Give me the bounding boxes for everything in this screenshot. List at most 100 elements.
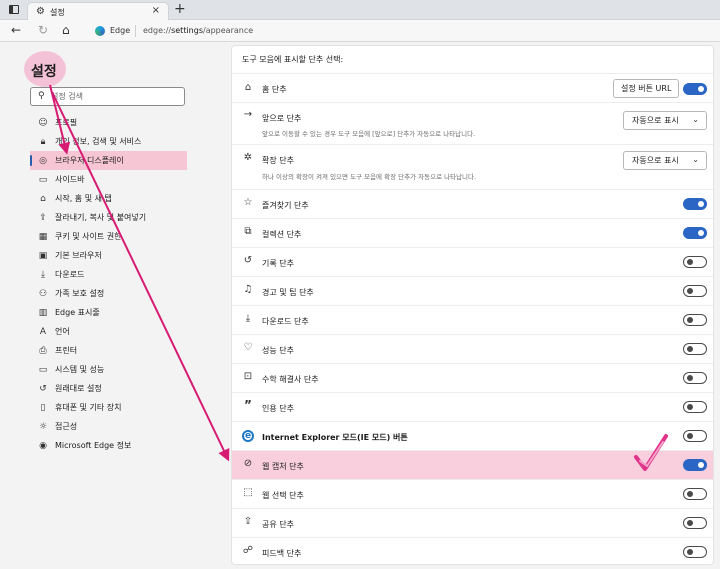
sidebar-item-system[interactable]: ▭ 시스템 및 성능 bbox=[30, 360, 187, 379]
lock-icon: 🔒︎ bbox=[40, 136, 46, 147]
row-alerts-button: ♫ 경고 및 팁 단추 bbox=[232, 276, 713, 305]
sidebar-item-printers[interactable]: ⎙ 프린터 bbox=[30, 341, 187, 360]
search-icon: ⚲ bbox=[38, 91, 45, 101]
address-bar[interactable]: Edge edge://settings/appearance bbox=[87, 22, 720, 40]
family-icon: ⚇ bbox=[38, 288, 48, 299]
sidebar-item-phone[interactable]: ▯ 휴대폰 및 기타 장치 bbox=[30, 398, 187, 417]
download-icon: ⤓ bbox=[245, 313, 251, 324]
sidebar-icon: ▭ bbox=[38, 174, 48, 185]
sidebar-item-start-home[interactable]: ⌂ 시작, 홈 및 새 탭 bbox=[30, 189, 187, 208]
divider bbox=[135, 25, 136, 37]
language-icon: A bbox=[39, 326, 47, 337]
sidebar-item-profile[interactable]: ☺ 프로필 bbox=[30, 113, 187, 132]
section-header: 도구 모음에 표시할 단추 선택: bbox=[242, 55, 344, 64]
sidebar-item-sidebar[interactable]: ▭ 사이드바 bbox=[30, 170, 187, 189]
palette-icon: ◎ bbox=[39, 155, 47, 166]
row-citations-button: ” 인용 단추 bbox=[232, 392, 713, 421]
web-capture-button-toggle[interactable] bbox=[683, 459, 707, 471]
row-collections-button: ⧉ 컬렉션 단추 bbox=[232, 218, 713, 247]
home-icon: ⌂ bbox=[40, 193, 46, 204]
sidebar-item-languages[interactable]: A 언어 bbox=[30, 322, 187, 341]
feedback-icon: ☍ bbox=[242, 545, 254, 556]
collections-icon: ⧉ bbox=[244, 226, 252, 237]
row-web-capture-button: ⊘ 웹 캡처 단추 bbox=[232, 450, 713, 479]
chevron-down-icon: ⌄ bbox=[692, 115, 699, 124]
sidebar-item-privacy[interactable]: 🔒︎ 개인 정보, 검색 및 서비스 bbox=[30, 132, 187, 151]
web-select-icon: ⬚ bbox=[243, 487, 253, 498]
forward-arrow-icon: → bbox=[243, 109, 253, 120]
ie-mode-button-toggle[interactable] bbox=[683, 430, 707, 442]
favorites-button-toggle[interactable] bbox=[683, 198, 707, 210]
collections-button-toggle[interactable] bbox=[683, 227, 707, 239]
sidebar-item-copy-paste[interactable]: ⇪ 잘라내기, 복사 및 붙여넣기 bbox=[30, 208, 187, 227]
gear-icon: ⚙ bbox=[36, 6, 45, 17]
share-button-toggle[interactable] bbox=[683, 517, 707, 529]
sidebar-item-about[interactable]: ◉ Microsoft Edge 정보 bbox=[30, 436, 187, 455]
performance-button-toggle[interactable] bbox=[683, 343, 707, 355]
search-input[interactable] bbox=[51, 90, 181, 103]
row-forward-button: → 앞으로 단추 앞으로 이동할 수 있는 경우 도구 모음에 [앞으로] 단추… bbox=[232, 102, 713, 144]
row-ie-mode-button: e Internet Explorer 모드(IE 모드) 버튼 bbox=[232, 421, 713, 450]
extensions-button-select[interactable]: 자동으로 표시 ⌄ bbox=[623, 151, 707, 170]
tab-title: 설정 bbox=[50, 8, 65, 17]
share-icon: ⇪ bbox=[243, 516, 253, 527]
tab-settings[interactable]: ⚙ 설정 × bbox=[27, 2, 169, 20]
address-toolbar: ← ↻ ⌂ Edge edge://settings/appearance bbox=[0, 20, 720, 42]
sidebar-item-edge-bar[interactable]: ▥ Edge 표시줄 bbox=[30, 303, 187, 322]
row-extensions-button: ✲ 확장 단추 하나 이상의 확장이 켜져 있으면 도구 모음에 확장 단추가 … bbox=[232, 144, 713, 189]
web-select-button-toggle[interactable] bbox=[683, 488, 707, 500]
sidebar-item-appearance[interactable]: ◎ 브라우저 디스플레이 bbox=[30, 151, 187, 170]
sidebar-item-downloads[interactable]: ⤓ 다운로드 bbox=[30, 265, 187, 284]
browser-icon: ▣ bbox=[38, 250, 48, 261]
sidebar-item-family[interactable]: ⚇ 가족 보호 설정 bbox=[30, 284, 187, 303]
history-button-toggle[interactable] bbox=[683, 256, 707, 268]
reset-icon: ↺ bbox=[39, 383, 47, 394]
row-home-button: ⌂ 홈 단추 설정 버튼 URL bbox=[232, 73, 713, 102]
forward-button-select[interactable]: 자동으로 표시 ⌄ bbox=[623, 111, 707, 130]
alerts-button-toggle[interactable] bbox=[683, 285, 707, 297]
row-web-select-button: ⬚ 웹 선택 단추 bbox=[232, 479, 713, 508]
url-text[interactable]: edge://settings/appearance bbox=[143, 26, 253, 35]
row-favorites-button: ☆ 즐겨찾기 단추 bbox=[232, 189, 713, 218]
math-solver-button-toggle[interactable] bbox=[683, 372, 707, 384]
search-box[interactable]: ⚲ bbox=[30, 87, 185, 106]
toolbar-buttons-card: 도구 모음에 표시할 단추 선택: ⌂ 홈 단추 설정 버튼 URL → 앞으로… bbox=[231, 45, 714, 565]
extension-icon: ✲ bbox=[243, 152, 253, 163]
heartbeat-icon: ♡ bbox=[243, 342, 253, 353]
citations-button-toggle[interactable] bbox=[683, 401, 707, 413]
home-button-toggle[interactable] bbox=[683, 83, 707, 95]
download-icon: ⤓ bbox=[41, 269, 45, 280]
downloads-button-toggle[interactable] bbox=[683, 314, 707, 326]
refresh-icon[interactable]: ↻ bbox=[38, 23, 48, 37]
feedback-button-toggle[interactable] bbox=[683, 546, 707, 558]
system-icon: ▭ bbox=[38, 364, 48, 375]
sidebar-item-accessibility[interactable]: ☼ 접근성 bbox=[30, 417, 187, 436]
set-button-url-button[interactable]: 설정 버튼 URL bbox=[613, 79, 680, 98]
back-arrow-icon[interactable]: ← bbox=[11, 23, 21, 37]
sidebar-item-reset[interactable]: ↺ 원래대로 설정 bbox=[30, 379, 187, 398]
web-capture-icon: ⊘ bbox=[243, 458, 253, 469]
sidebar-item-cookies[interactable]: ▦ 쿠키 및 사이트 권한 bbox=[30, 227, 187, 246]
window-menu-icon[interactable] bbox=[9, 5, 19, 14]
edge-bar-icon: ▥ bbox=[38, 307, 48, 318]
history-icon: ↺ bbox=[243, 255, 253, 266]
row-history-button: ↺ 기록 단추 bbox=[232, 247, 713, 276]
star-icon: ☆ bbox=[243, 197, 253, 208]
quote-icon: ” bbox=[244, 398, 252, 412]
row-math-solver-button: ⊡ 수학 해결사 단추 bbox=[232, 363, 713, 392]
row-downloads-button: ⤓ 다운로드 단추 bbox=[232, 305, 713, 334]
edge-label: Edge bbox=[110, 26, 131, 35]
accessibility-icon: ☼ bbox=[38, 421, 48, 432]
chevron-down-icon: ⌄ bbox=[692, 155, 699, 164]
home-icon[interactable]: ⌂ bbox=[62, 23, 70, 37]
sidebar-item-default-browser[interactable]: ▣ 기본 브라우저 bbox=[30, 246, 187, 265]
new-tab-icon[interactable]: + bbox=[174, 1, 186, 17]
edge-logo-icon: ◉ bbox=[39, 440, 47, 451]
share-icon: ⇪ bbox=[39, 212, 47, 223]
phone-icon: ▯ bbox=[40, 402, 46, 413]
math-icon: ⊡ bbox=[243, 371, 253, 382]
tab-strip: ⚙ 설정 × + bbox=[0, 0, 720, 20]
close-icon[interactable]: × bbox=[152, 5, 160, 16]
ie-icon: e bbox=[242, 430, 254, 442]
row-feedback-button: ☍ 피드백 단추 bbox=[232, 537, 713, 564]
